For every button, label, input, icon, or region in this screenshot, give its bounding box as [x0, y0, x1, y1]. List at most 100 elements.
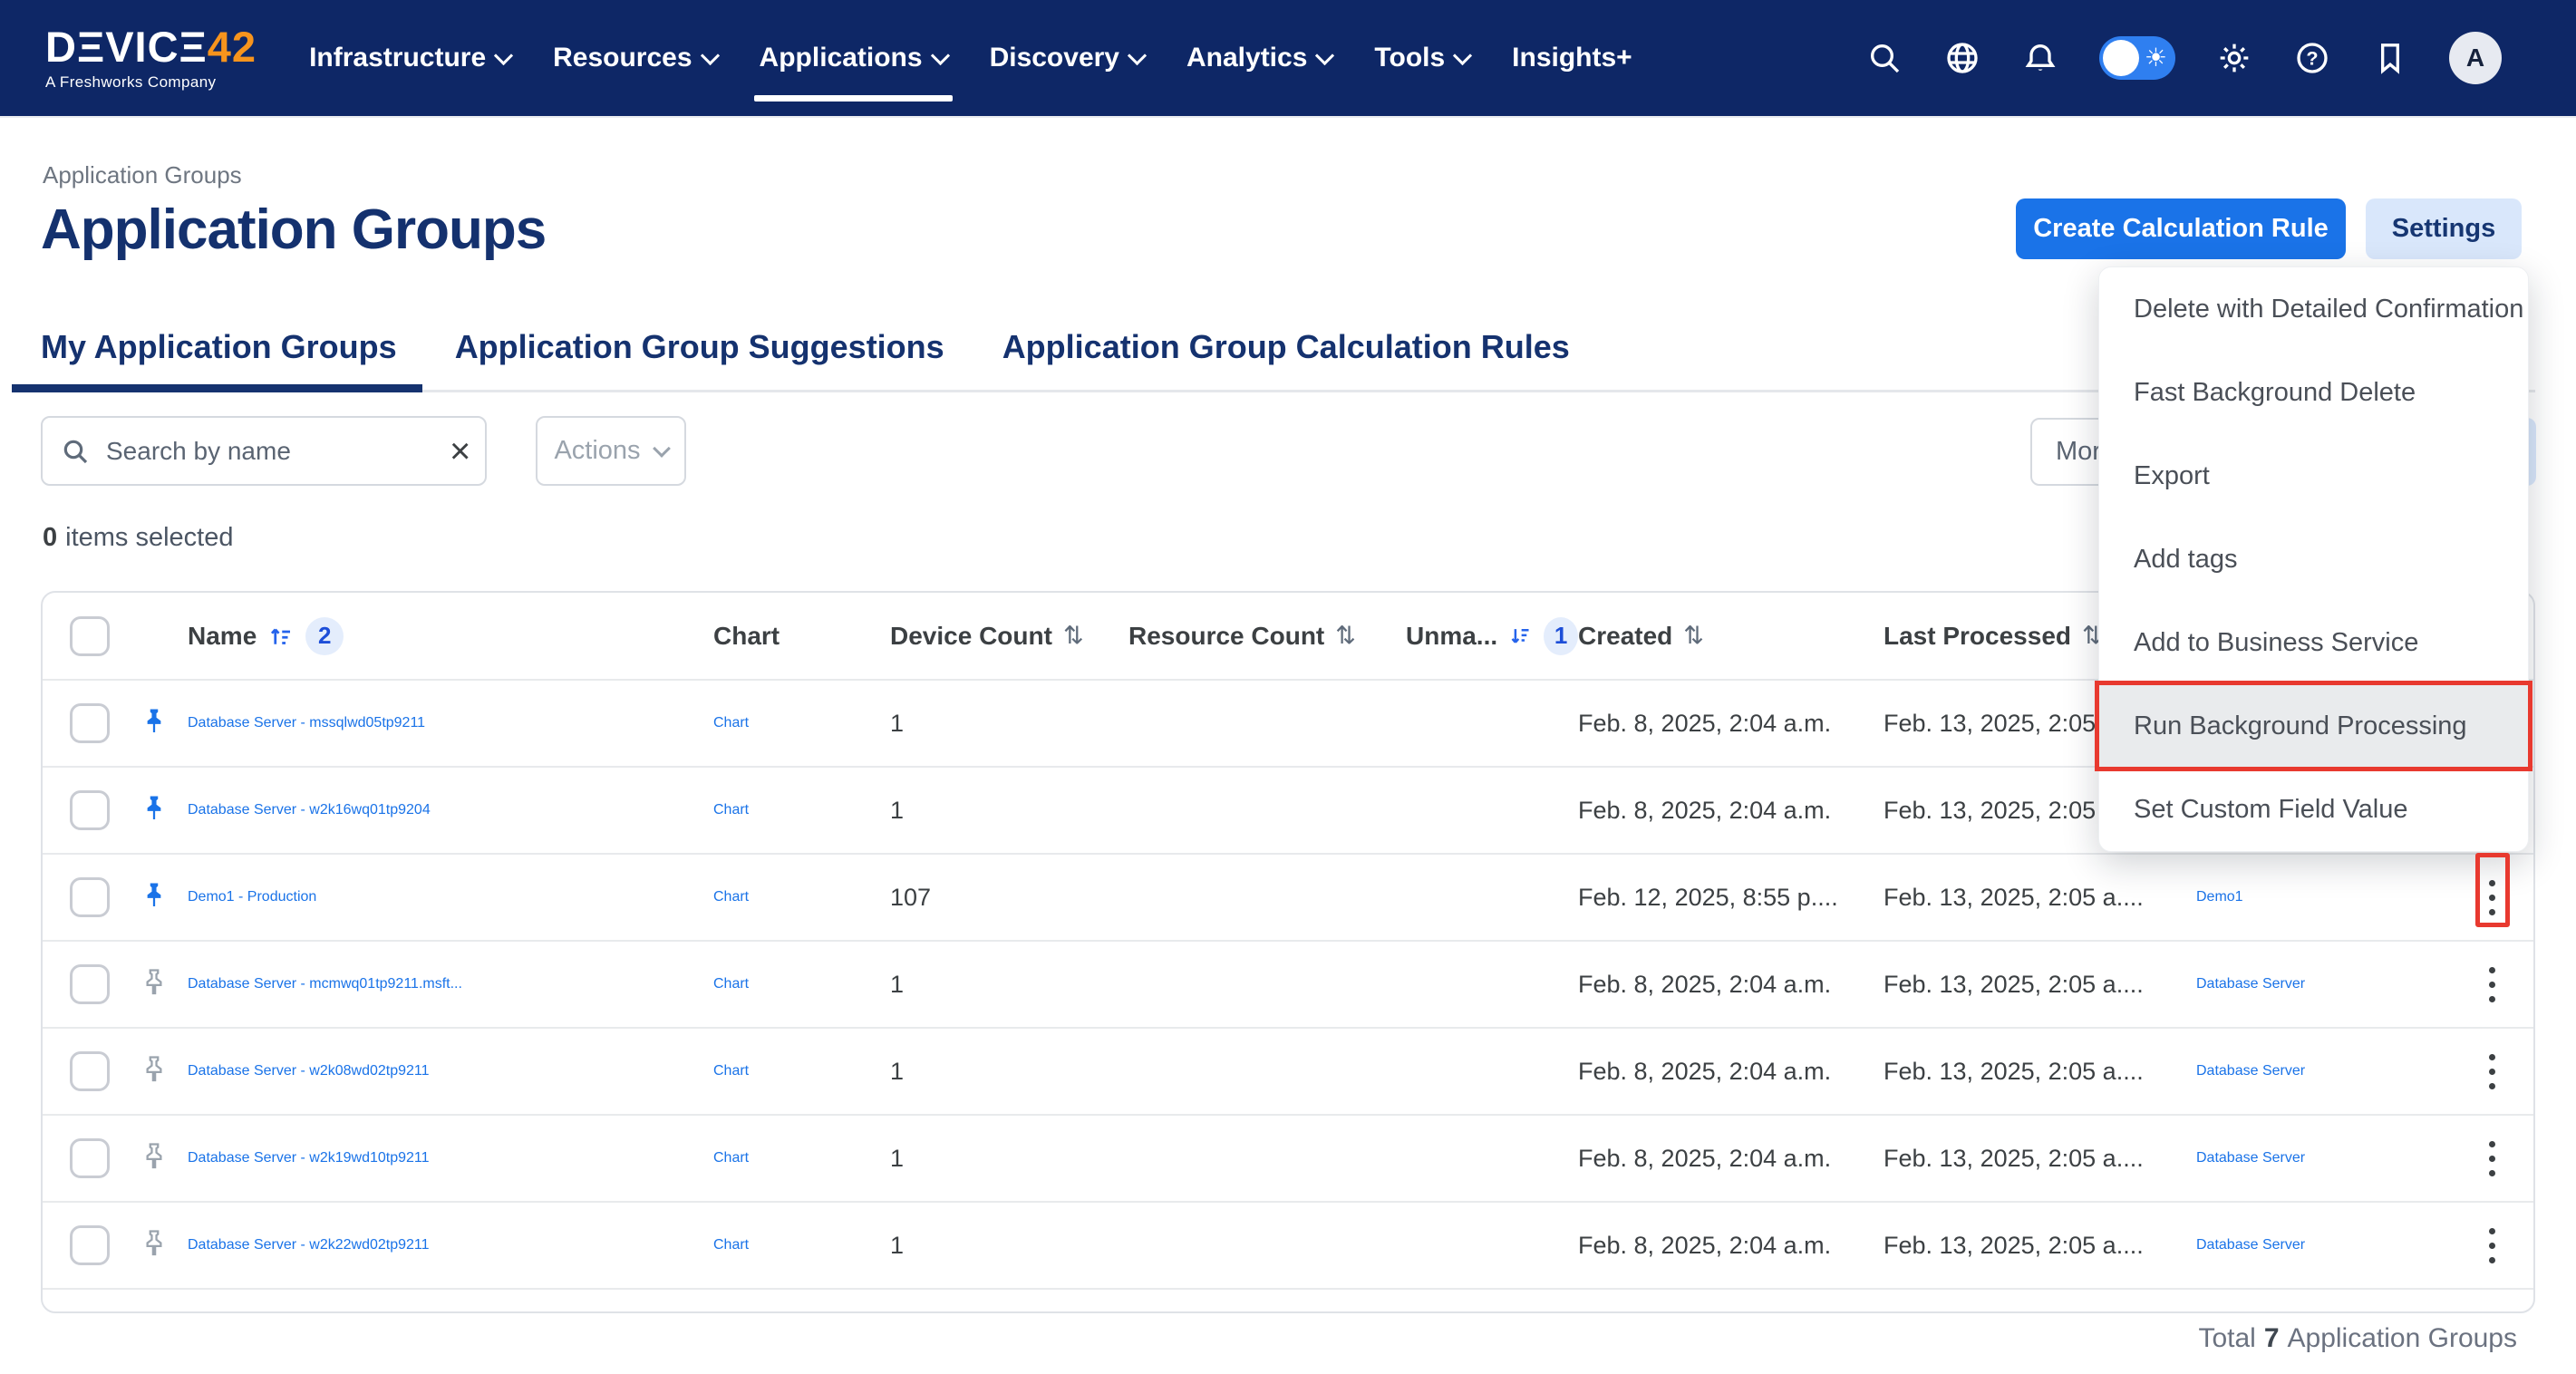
pin-icon[interactable]	[139, 1054, 169, 1089]
table-row: Database Server - w2k08wd02tp9211 Chart …	[43, 1027, 2533, 1114]
nav-item-analytics[interactable]: Analytics	[1186, 31, 1332, 85]
logo-main-text: DΞVICΞ	[45, 23, 208, 71]
total-count-line: Total 7 Application Groups	[2198, 1323, 2517, 1354]
group-name-link[interactable]: Database Server - w2k22wd02tp9211	[188, 1237, 430, 1253]
table-row: Database Server - w2k22wd02tp9211 Chart …	[43, 1201, 2533, 1288]
search-input[interactable]	[104, 436, 435, 467]
column-header-resource-count[interactable]: Resource Count ⇅	[1128, 622, 1406, 651]
menu-item-fast-background-delete[interactable]: Fast Background Delete	[2099, 351, 2528, 434]
group-name-link[interactable]: Demo1 - Production	[188, 889, 316, 905]
row-checkbox[interactable]	[70, 1051, 110, 1091]
device-count: 1	[890, 971, 1128, 999]
header-buttons: Create Calculation Rule Settings	[2016, 198, 2522, 259]
nav-item-applications[interactable]: Applications	[760, 31, 947, 85]
tab-application-group-suggestions[interactable]: Application Group Suggestions	[455, 328, 944, 366]
menu-item-run-background-processing[interactable]: Run Background Processing	[2099, 684, 2528, 768]
row-menu-button[interactable]	[2480, 1219, 2504, 1272]
business-service-link[interactable]: Database Server	[2196, 1063, 2305, 1079]
sort-descending-icon	[1508, 623, 1533, 650]
tab-my-application-groups[interactable]: My Application Groups	[41, 328, 397, 366]
nav-item-label: Discovery	[990, 43, 1119, 73]
chart-link[interactable]: Chart	[713, 715, 749, 731]
menu-item-add-tags[interactable]: Add tags	[2099, 518, 2528, 601]
created-date: Feb. 8, 2025, 2:04 a.m.	[1578, 797, 1884, 825]
nav-item-insights[interactable]: Insights+	[1512, 31, 1632, 85]
menu-item-add-to-business-service[interactable]: Add to Business Service	[2099, 601, 2528, 684]
toggle-knob	[2103, 40, 2139, 76]
total-suffix: Application Groups	[2288, 1323, 2517, 1354]
group-name-link[interactable]: Database Server - mcmwq01tp9211.msft...	[188, 976, 462, 992]
theme-toggle[interactable]: ☀	[2099, 36, 2175, 80]
nav-item-resources[interactable]: Resources	[553, 31, 716, 85]
column-header-unmatched[interactable]: Unma... 1	[1406, 617, 1578, 655]
chart-link[interactable]: Chart	[713, 976, 749, 992]
nav-item-infrastructure[interactable]: Infrastructure	[309, 31, 510, 85]
menu-item-set-custom-field-value[interactable]: Set Custom Field Value	[2099, 768, 2528, 851]
bookmark-icon[interactable]	[2371, 39, 2409, 77]
chart-link[interactable]: Chart	[713, 1237, 749, 1253]
menu-item-export[interactable]: Export	[2099, 434, 2528, 518]
settings-gear-icon[interactable]	[2215, 39, 2253, 77]
group-name-link[interactable]: Database Server - w2k19wd10tp9211	[188, 1150, 430, 1166]
device42-logo[interactable]: DΞVICΞ42 A Freshworks Company	[45, 25, 257, 92]
nav-item-tools[interactable]: Tools	[1374, 31, 1469, 85]
logo-text: DΞVICΞ42	[45, 25, 257, 68]
business-service-link[interactable]: Demo1	[2196, 889, 2243, 905]
tab-application-group-calculation-rules[interactable]: Application Group Calculation Rules	[1002, 328, 1570, 366]
row-checkbox[interactable]	[70, 1225, 110, 1265]
clear-search-icon[interactable]: ×	[450, 433, 470, 469]
row-menu-button[interactable]	[2480, 1132, 2504, 1185]
group-name-link[interactable]: Database Server - w2k08wd02tp9211	[188, 1063, 430, 1079]
chart-link[interactable]: Chart	[713, 1063, 749, 1079]
help-icon[interactable]: ?	[2293, 39, 2331, 77]
row-checkbox[interactable]	[70, 703, 110, 743]
globe-icon[interactable]	[1943, 39, 1981, 77]
chevron-down-icon	[653, 440, 671, 458]
business-service-link[interactable]: Database Server	[2196, 1150, 2305, 1166]
breadcrumb[interactable]: Application Groups	[43, 161, 242, 189]
created-date: Feb. 12, 2025, 8:55 p....	[1578, 884, 1884, 912]
column-header-device-count[interactable]: Device Count ⇅	[890, 622, 1128, 651]
column-label: Chart	[713, 622, 780, 651]
pin-icon[interactable]	[139, 880, 169, 915]
create-calculation-rule-button[interactable]: Create Calculation Rule	[2016, 198, 2346, 259]
menu-item-delete-detailed[interactable]: Delete with Detailed Confirmation	[2099, 267, 2528, 351]
actions-dropdown-button[interactable]: Actions	[536, 416, 686, 486]
user-avatar[interactable]: A	[2449, 32, 2502, 84]
settings-button[interactable]: Settings	[2366, 198, 2522, 259]
pin-icon[interactable]	[139, 967, 169, 1002]
created-date: Feb. 8, 2025, 2:04 a.m.	[1578, 1232, 1884, 1260]
pin-icon[interactable]	[139, 706, 169, 741]
chart-link[interactable]: Chart	[713, 802, 749, 818]
row-checkbox[interactable]	[70, 790, 110, 830]
row-menu-button[interactable]	[2480, 1045, 2504, 1098]
group-name-link[interactable]: Database Server - mssqlwd05tp9211	[188, 715, 425, 731]
column-label: Unma...	[1406, 622, 1497, 651]
chart-link[interactable]: Chart	[713, 889, 749, 905]
pin-icon[interactable]	[139, 1141, 169, 1176]
navbar-right-icons: ☀ ? A	[1865, 32, 2576, 84]
table-row: Demo1 - Production Chart 107 Feb. 12, 20…	[43, 853, 2533, 940]
settings-context-menu: Delete with Detailed Confirmation Fast B…	[2098, 266, 2529, 852]
column-header-created[interactable]: Created ⇅	[1578, 622, 1884, 651]
notifications-bell-icon[interactable]	[2021, 39, 2059, 77]
sort-icon: ⇅	[1335, 622, 1356, 650]
business-service-link[interactable]: Database Server	[2196, 1237, 2305, 1253]
column-header-name[interactable]: Name 2	[188, 617, 713, 655]
nav-item-discovery[interactable]: Discovery	[990, 31, 1144, 85]
row-menu-button[interactable]	[2480, 958, 2504, 1011]
device-count: 1	[890, 1232, 1128, 1260]
row-checkbox[interactable]	[70, 877, 110, 917]
row-menu-button[interactable]	[2480, 871, 2504, 924]
last-processed-date: Feb. 13, 2025, 2:05 a....	[1884, 1145, 2196, 1173]
row-checkbox[interactable]	[70, 1138, 110, 1178]
chart-link[interactable]: Chart	[713, 1150, 749, 1166]
pin-icon[interactable]	[139, 1228, 169, 1263]
pin-icon[interactable]	[139, 793, 169, 828]
column-label: Last Processed	[1884, 622, 2071, 651]
group-name-link[interactable]: Database Server - w2k16wq01tp9204	[188, 802, 431, 818]
search-icon[interactable]	[1865, 39, 1903, 77]
select-all-checkbox[interactable]	[70, 616, 110, 656]
business-service-link[interactable]: Database Server	[2196, 976, 2305, 992]
row-checkbox[interactable]	[70, 964, 110, 1004]
